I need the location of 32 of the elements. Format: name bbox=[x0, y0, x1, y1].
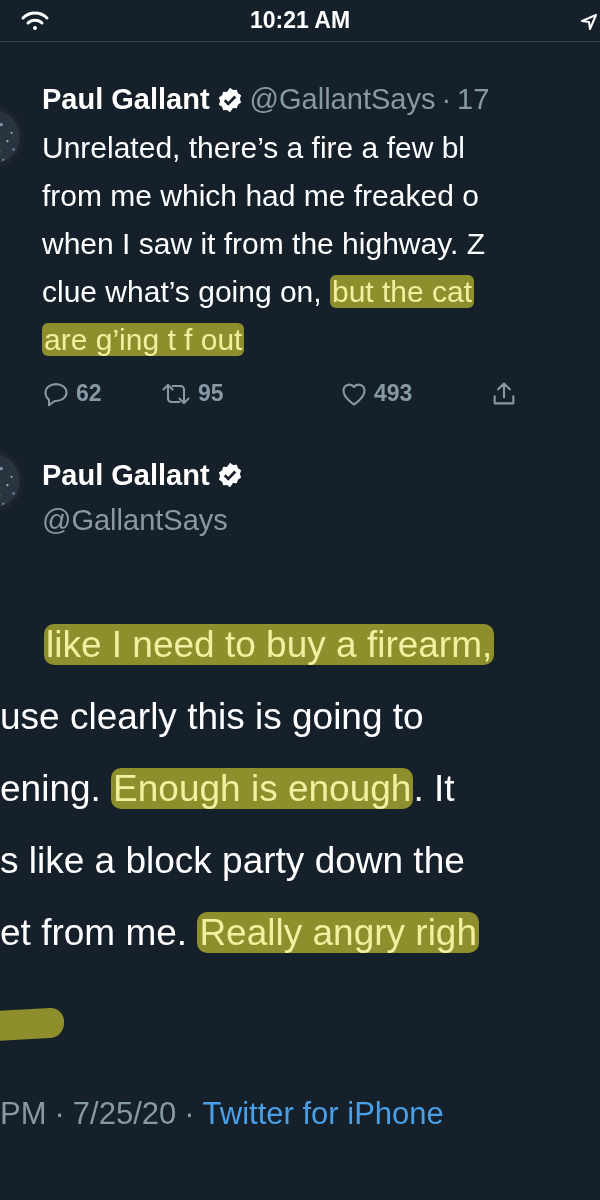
highlighted-text: but the cat bbox=[330, 274, 475, 308]
tweet-meta: · bbox=[54, 1094, 65, 1133]
source-link[interactable]: Twitter for iPhone bbox=[202, 1090, 444, 1137]
tweet-time: 17 bbox=[457, 82, 490, 117]
tweet-text: use clearly this is going to bbox=[0, 695, 424, 737]
highlighted-text: are g’ing t f out bbox=[42, 322, 245, 356]
highlighted-text: like I need to buy a firearm, bbox=[44, 623, 495, 665]
tweet-meta: 7/25/20 bbox=[72, 1094, 177, 1133]
status-time: 10:21 AM bbox=[249, 6, 351, 36]
author-name: Paul Gallant bbox=[42, 457, 210, 493]
tweet-meta: PM bbox=[0, 1094, 47, 1133]
like-button[interactable]: 493 bbox=[340, 376, 490, 411]
reply-button[interactable]: 62 bbox=[42, 376, 160, 411]
tweet-meta: · bbox=[184, 1094, 195, 1133]
author-handle: @GallantSays bbox=[42, 504, 228, 536]
location-icon bbox=[580, 13, 598, 31]
tweet-text: . It bbox=[413, 767, 455, 809]
tweet-text: et from me. bbox=[0, 911, 189, 953]
tweet-text: ening. bbox=[0, 767, 102, 809]
highlighter-stroke bbox=[0, 1006, 64, 1041]
tweet-text: from me which had me freaked o bbox=[42, 178, 479, 212]
highlighted-text: Really angry righ bbox=[197, 911, 480, 953]
author-name: Paul Gallant bbox=[42, 82, 210, 117]
wifi-icon bbox=[20, 10, 50, 32]
tweet-text: when I saw it from the highway. Z bbox=[42, 226, 485, 260]
tweet-text: s like a block party down the bbox=[0, 839, 465, 881]
retweet-button[interactable]: 95 bbox=[160, 376, 340, 411]
separator-dot: · bbox=[441, 82, 452, 117]
tweet-text: Unrelated, there’s a fire a few bl bbox=[42, 130, 465, 164]
author-handle: @GallantSays bbox=[249, 82, 436, 117]
highlighted-text: Enough is enough bbox=[111, 767, 414, 809]
tweet-text: clue what’s going on, bbox=[42, 274, 323, 308]
